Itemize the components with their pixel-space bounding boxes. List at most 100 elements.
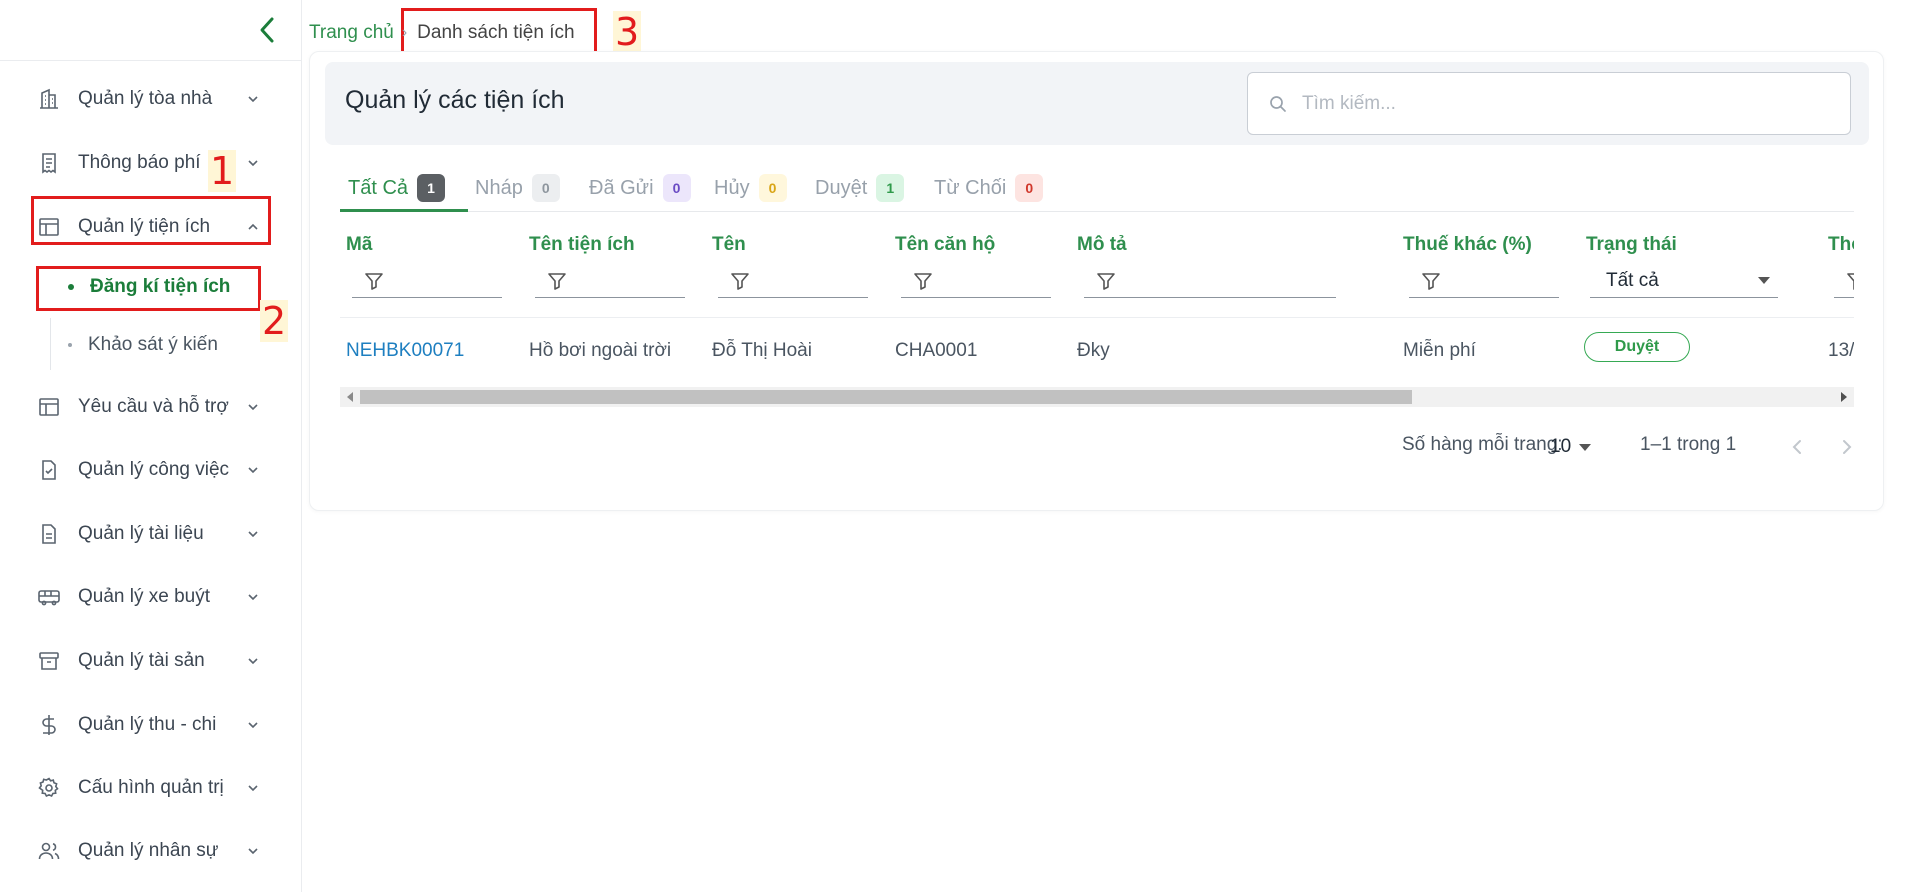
column-header-status[interactable]: Trạng thái (1586, 234, 1677, 256)
sidebar-subitem-label: Khảo sát ý kiến (88, 334, 218, 355)
tab-draft[interactable]: Nháp 0 (475, 164, 560, 212)
tab-all[interactable]: Tất Cả 1 (348, 164, 446, 212)
bullet-dot-icon (68, 284, 74, 290)
chevron-down-icon (244, 779, 262, 797)
breadcrumb-separator: › (401, 24, 408, 41)
annotation-label-1: 1 (208, 149, 237, 193)
search-input[interactable] (1302, 92, 1842, 115)
sidebar-item-label: Quản lý thu - chi (78, 714, 217, 735)
bus-icon (36, 584, 62, 610)
column-header-description[interactable]: Mô tả (1077, 234, 1127, 256)
tab-label: Hủy (714, 176, 750, 199)
chevron-down-icon (244, 461, 262, 479)
cell-name: Đỗ Thị Hoài (712, 340, 812, 361)
horizontal-scrollbar[interactable] (340, 387, 1854, 407)
filter-apartment[interactable] (901, 264, 1051, 298)
sidebar-subitem-survey[interactable]: Khảo sát ý kiến (38, 322, 258, 368)
tab-count-badge: 0 (662, 174, 691, 202)
archive-box-icon (36, 648, 62, 674)
tab-count-badge: 1 (417, 174, 446, 202)
dollar-icon (36, 712, 62, 738)
cell-apartment: CHA0001 (895, 340, 978, 361)
table-row-divider (340, 317, 1854, 318)
filter-time[interactable] (1834, 264, 1854, 298)
cell-time: 13/1 (1828, 340, 1854, 361)
sidebar-item-tasks[interactable]: Quản lý công việc (32, 447, 272, 493)
column-header-name[interactable]: Tên (712, 234, 746, 256)
chevron-down-icon (244, 525, 262, 543)
sidebar-header (0, 0, 301, 61)
chevron-right-icon (1843, 440, 1852, 454)
chevron-down-icon (244, 716, 262, 734)
rows-per-page-select[interactable]: 10 (1550, 430, 1600, 464)
column-header-other-tax[interactable]: Thuế khác (%) (1403, 234, 1532, 256)
filter-code[interactable] (352, 264, 502, 298)
sidebar-item-buses[interactable]: Quản lý xe buýt (32, 574, 272, 620)
status-filter-select[interactable]: Tất cả (1590, 264, 1778, 298)
filter-icon (365, 272, 383, 290)
chevron-left-icon (260, 17, 274, 43)
tab-rejected[interactable]: Từ Chối 0 (934, 164, 1044, 212)
scroll-left-arrow-icon[interactable] (347, 392, 353, 402)
sidebar-item-label: Quản lý công việc (78, 459, 230, 480)
chevron-down-icon (244, 842, 262, 860)
sidebar-item-hr[interactable]: Quản lý nhân sự (32, 828, 272, 874)
column-header-time[interactable]: Thờ (1828, 234, 1854, 256)
filter-icon (914, 272, 932, 290)
tab-label: Tất Cả (348, 176, 409, 199)
sidebar-item-buildings[interactable]: Quản lý tòa nhà (32, 76, 272, 122)
tab-label: Đã Gửi (589, 176, 654, 199)
next-page-button[interactable] (1832, 432, 1862, 462)
caret-down-icon (1579, 443, 1592, 451)
chevron-down-icon (244, 154, 262, 172)
rows-per-page-label: Số hàng mỗi trang: (1402, 434, 1563, 455)
filter-icon (731, 272, 749, 290)
receipt-icon (36, 150, 62, 176)
utilities-card: Quản lý các tiện ích Tất Cả 1 Nháp 0 Đã … (309, 51, 1884, 511)
filter-utility-name[interactable] (535, 264, 685, 298)
sidebar-subitem-utility-registration[interactable]: Đăng kí tiện ích (38, 264, 258, 310)
chevron-down-icon (244, 398, 262, 416)
breadcrumb: Trang chủ › Danh sách tiện ích (309, 16, 575, 50)
rows-per-page-value: 10 (1550, 436, 1572, 457)
caret-down-icon (1758, 277, 1770, 284)
gear-icon (36, 775, 62, 801)
sidebar-item-documents[interactable]: Quản lý tài liệu (32, 511, 272, 557)
chevron-down-icon (244, 90, 262, 108)
filter-description[interactable] (1084, 264, 1336, 298)
filter-icon (1422, 272, 1440, 290)
scrollbar-thumb[interactable] (360, 390, 1412, 404)
status-tabs: Tất Cả 1 Nháp 0 Đã Gửi 0 Hủy 0 Duyệt 1 T… (340, 164, 1854, 212)
sidebar-item-admin-config[interactable]: Cấu hình quản trị (32, 765, 272, 811)
sidebar-item-label: Cấu hình quản trị (78, 777, 224, 798)
users-icon (36, 838, 62, 864)
filter-name[interactable] (718, 264, 868, 298)
previous-page-button[interactable] (1782, 432, 1812, 462)
sidebar-item-support[interactable]: Yêu cầu và hỗ trợ (32, 384, 272, 430)
tab-approved[interactable]: Duyệt 1 (815, 164, 905, 212)
chevron-up-icon (244, 218, 262, 236)
sidebar-item-assets[interactable]: Quản lý tài sản (32, 638, 272, 684)
tab-count-badge: 0 (758, 174, 787, 202)
tab-cancelled[interactable]: Hủy 0 (714, 164, 787, 212)
breadcrumb-current: Danh sách tiện ích (417, 22, 575, 43)
scroll-right-arrow-icon[interactable] (1841, 392, 1847, 402)
sidebar-item-income-expense[interactable]: Quản lý thu - chi (32, 702, 272, 748)
filter-other-tax[interactable] (1409, 264, 1559, 298)
column-header-apartment[interactable]: Tên căn hộ (895, 234, 995, 256)
column-header-code[interactable]: Mã (346, 234, 372, 256)
building-icon (36, 86, 62, 112)
tab-count-badge: 1 (876, 174, 905, 202)
sidebar-item-utilities[interactable]: Quản lý tiện ích (32, 204, 272, 250)
collapse-sidebar-button[interactable] (252, 14, 284, 46)
card-header: Quản lý các tiện ích (325, 62, 1869, 145)
status-badge: Duyệt (1584, 332, 1690, 362)
cell-code-link[interactable]: NEHBK00071 (346, 340, 464, 362)
breadcrumb-home-link[interactable]: Trang chủ (309, 22, 394, 44)
cell-other-tax: Miễn phí (1403, 340, 1476, 361)
tab-sent[interactable]: Đã Gửi 0 (589, 164, 691, 212)
bullet-dot-icon (68, 343, 72, 347)
utilities-table: Mã Tên tiện ích Tên Tên căn hộ Mô tả Thu… (340, 212, 1854, 440)
column-header-utility-name[interactable]: Tên tiện ích (529, 234, 635, 256)
annotation-label-3: 3 (613, 10, 642, 54)
